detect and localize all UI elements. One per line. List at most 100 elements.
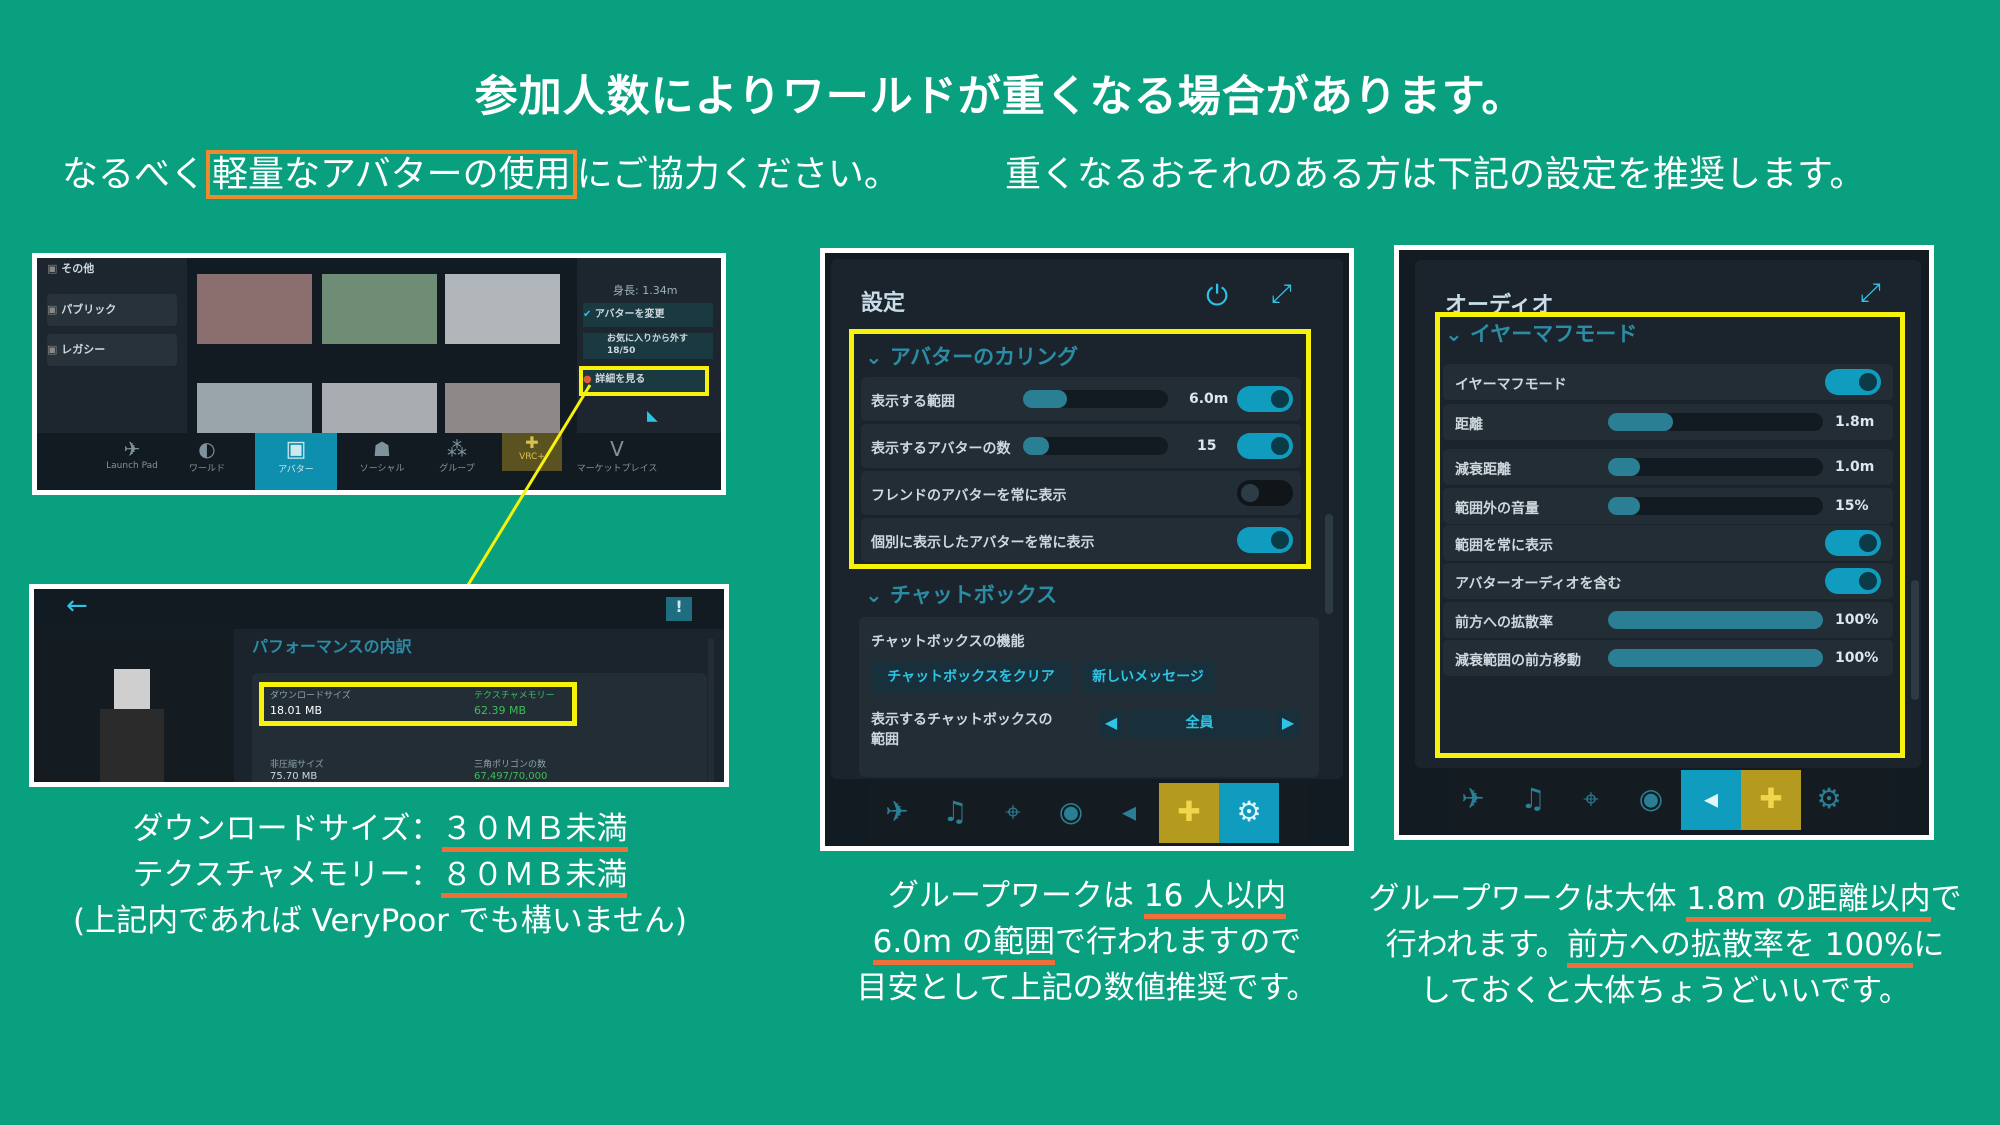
setting-value: 1.0m (1835, 459, 1875, 475)
gear-icon: ⚙ (1236, 795, 1262, 828)
avatar-head (114, 669, 150, 709)
avatar-body (100, 709, 164, 782)
setting-slider[interactable] (1608, 458, 1823, 476)
setting-value: 100% (1835, 612, 1879, 628)
shown-avatars-toggle[interactable] (1237, 527, 1293, 553)
setting-value: 15% (1835, 498, 1869, 514)
left-caption: ダウンロードサイズ：３０ＭＢ未満 テクスチャメモリー：８０ＭＢ未満 (上記内であ… (30, 806, 730, 944)
display-range-toggle[interactable] (1237, 386, 1293, 412)
audio-icon[interactable]: ◂ (1109, 795, 1149, 828)
setting-label: フレンドのアバターを常に表示 (871, 488, 1067, 504)
setting-toggle[interactable] (1825, 568, 1881, 594)
display-range-slider[interactable] (1023, 390, 1168, 408)
uncompressed-value: 75.70 MB (270, 771, 318, 782)
range-prev-button[interactable]: ◀ (1099, 709, 1123, 737)
new-message-button[interactable]: 新しいメッセージ (1081, 661, 1215, 693)
settings-title: 設定 (861, 291, 906, 316)
location-icon[interactable]: ⌖ (1571, 782, 1611, 816)
right-caption-note: しておくと大体ちょうどいいです。 (1419, 973, 1911, 1009)
camera-icon[interactable]: ◉ (1051, 795, 1091, 828)
power-icon[interactable]: ⏻ (1206, 279, 1228, 313)
slider-fill (1608, 611, 1823, 629)
uncompressed-label: 非圧縮サイズ (270, 760, 324, 770)
middle-caption-note: 目安として上記の数値推奨です。 (856, 970, 1318, 1006)
chatbox-range-label-2: 範囲 (871, 732, 899, 748)
slider-fill (1608, 497, 1641, 515)
report-icon[interactable]: ! (666, 597, 692, 621)
setting-label: イヤーマフモード (1455, 377, 1567, 393)
setting-slider[interactable] (1608, 413, 1823, 431)
expand-icon[interactable]: ⤢ (1860, 278, 1881, 309)
chat-bubble-icon: ✚ (1177, 795, 1201, 828)
distance-limit: 1.8m の距離以内 (1686, 881, 1931, 922)
setting-slider[interactable] (1608, 649, 1823, 667)
setting-toggle[interactable] (1825, 369, 1881, 395)
setting-label: 減衰範囲の前方移動 (1455, 653, 1581, 669)
texture-limit: ８０ＭＢ未満 (441, 857, 628, 898)
setting-label: アバターオーディオを含む (1455, 576, 1622, 592)
audio-setting-row: 範囲外の音量 15% (1443, 488, 1893, 524)
setting-label: 範囲を常に表示 (1455, 538, 1553, 554)
size-highlight: ダウンロードサイズ 18.01 MB テクスチャメモリー 62.39 MB (259, 682, 577, 726)
bell-icon[interactable]: ♫ (935, 795, 975, 828)
gear-icon[interactable]: ⚙ (1809, 782, 1849, 815)
friend-avatars-toggle[interactable] (1237, 480, 1293, 506)
quick-menu-dock: ✈ ♫ ⌖ ◉ ◂ ✚ ⚙ (1449, 770, 1889, 830)
slider-fill (1608, 649, 1823, 667)
download-value: 18.01 MB (270, 704, 323, 717)
setting-label: 減衰距離 (1455, 462, 1511, 478)
setting-label: 前方への拡散率 (1455, 615, 1553, 631)
expand-icon[interactable]: ⤢ (1271, 279, 1292, 310)
performance-section-title: パフォーマンスの内訳 (252, 637, 412, 656)
back-icon[interactable]: ← (66, 591, 88, 621)
setting-label: 範囲外の音量 (1455, 501, 1539, 517)
setting-value: 100% (1835, 650, 1879, 666)
setting-row-friend-avatars: フレンドのアバターを常に表示 (861, 471, 1301, 515)
chatbox-feature-label: チャットボックスの機能 (871, 634, 1025, 650)
audio-setting-row: 減衰距離 1.0m (1443, 449, 1893, 485)
camera-icon[interactable]: ◉ (1631, 782, 1671, 815)
slider-fill (1023, 437, 1050, 455)
setting-value: 6.0m (1189, 391, 1229, 407)
left-caption-note: (上記内であれば VeryPoor でも構いません) (73, 903, 687, 939)
chatbox-settings: チャットボックスの機能 チャットボックスをクリア 新しいメッセージ 表示するチャ… (859, 617, 1319, 777)
download-label: ダウンロードサイズ (270, 691, 351, 701)
scrollbar[interactable] (1911, 580, 1919, 700)
rocket-icon[interactable]: ✈ (877, 795, 917, 828)
slider-fill (1023, 390, 1067, 408)
texture-value: 62.39 MB (474, 704, 527, 717)
culling-section-title[interactable]: ⌄ アバターのカリング (865, 341, 1078, 371)
setting-row-shown-avatars: 個別に表示したアバターを常に表示 (861, 518, 1301, 562)
slider-fill (1608, 458, 1641, 476)
group-size-limit: 16 人以内 (1143, 878, 1287, 919)
earmuff-section-title[interactable]: ⌄ イヤーマフモード (1445, 318, 1637, 348)
slider-fill (1608, 413, 1673, 431)
range-limit: 6.0m の範囲 (872, 924, 1055, 965)
setting-slider[interactable] (1608, 497, 1823, 515)
middle-caption: グループワークは 16 人以内 6.0m の範囲で行われますので 目安として上記… (820, 873, 1354, 1011)
audio-setting-row: 減衰範囲の前方移動 100% (1443, 640, 1893, 676)
setting-label: 表示する範囲 (871, 394, 955, 410)
range-select[interactable]: 全員 (1127, 709, 1272, 737)
avatar-count-toggle[interactable] (1237, 433, 1293, 459)
rocket-icon[interactable]: ✈ (1453, 782, 1493, 815)
setting-slider[interactable] (1608, 611, 1823, 629)
avatar-count-slider[interactable] (1023, 437, 1168, 455)
setting-value: 15 (1197, 438, 1217, 454)
bell-icon[interactable]: ♫ (1513, 782, 1553, 815)
chat-bubble-icon: ✚ (1759, 782, 1783, 815)
range-next-button[interactable]: ▶ (1276, 709, 1300, 737)
scrollbar[interactable] (708, 639, 714, 782)
performance-screenshot: ← ! パフォーマンスの内訳 非圧縮サイズ 75.70 MB 三角ポリゴンの数 … (29, 584, 729, 787)
setting-value: 1.8m (1835, 414, 1875, 430)
scrollbar[interactable] (1325, 514, 1333, 614)
polygon-label: 三角ポリゴンの数 (474, 760, 547, 770)
clear-chatbox-button[interactable]: チャットボックスをクリア (871, 661, 1071, 693)
audio-setting-row: 前方への拡散率 100% (1443, 602, 1893, 638)
setting-row-avatar-count: 表示するアバターの数 15 (861, 424, 1301, 468)
chatbox-section-title[interactable]: ⌄ チャットボックス (865, 579, 1057, 609)
chatbox-range-label: 表示するチャットボックスの (871, 712, 1053, 728)
setting-toggle[interactable] (1825, 530, 1881, 556)
location-icon[interactable]: ⌖ (993, 795, 1033, 829)
setting-row-display-range: 表示する範囲 6.0m (861, 377, 1301, 421)
